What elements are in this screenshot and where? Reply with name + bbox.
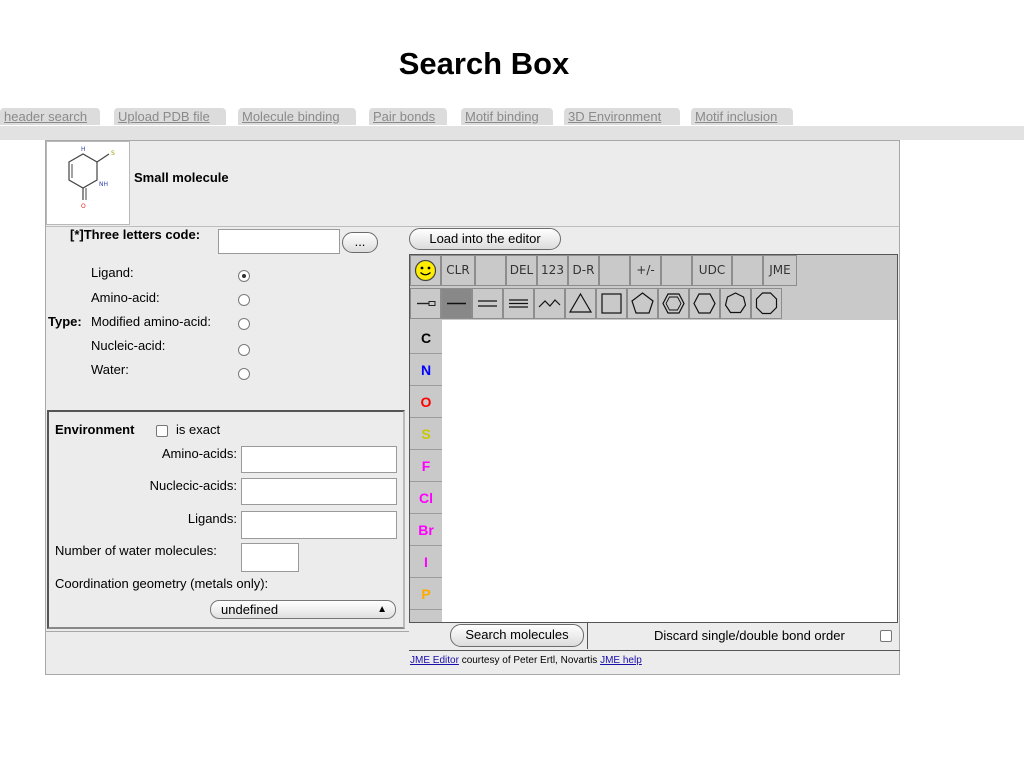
tool-blank[interactable]: [599, 255, 630, 286]
atom-p-label: P: [421, 586, 431, 602]
atom-o[interactable]: O: [410, 386, 442, 418]
credits-text: courtesy of Peter Ertl, Novartis: [461, 655, 598, 666]
atom-f[interactable]: F: [410, 450, 442, 482]
atom-cl[interactable]: Cl: [410, 482, 442, 514]
clear-button[interactable]: CLR: [441, 255, 475, 286]
tab-header-search[interactable]: header search: [0, 108, 100, 125]
environment-title: Environment: [55, 422, 135, 437]
browse-button[interactable]: ...: [342, 232, 378, 253]
atom-br-label: Br: [418, 522, 434, 538]
atom-cl-label: Cl: [419, 490, 433, 506]
tab-3d-environment[interactable]: 3D Environment: [564, 108, 680, 125]
atom-i-label: I: [424, 554, 428, 570]
type-label: Type:: [48, 314, 82, 329]
water-molecules-input[interactable]: [241, 543, 299, 572]
atom-o-label: O: [420, 394, 432, 410]
molecule-label: Small molecule: [134, 170, 229, 185]
chain-wave-icon[interactable]: [534, 288, 565, 319]
tab-pair-bonds[interactable]: Pair bonds: [369, 108, 447, 125]
type-ligand-radio[interactable]: [238, 270, 250, 282]
svg-text:NH: NH: [99, 181, 108, 188]
udc-button[interactable]: UDC: [692, 255, 732, 286]
benzene-ring-icon[interactable]: [658, 288, 689, 319]
divider: [409, 650, 900, 651]
type-nucleic-acid-label: Nucleic-acid:: [91, 338, 166, 353]
nucleic-acids-input[interactable]: [241, 478, 397, 505]
is-exact-checkbox[interactable]: [156, 425, 168, 437]
atom-n[interactable]: N: [410, 354, 442, 386]
atom-s[interactable]: S: [410, 418, 442, 450]
square-ring-icon[interactable]: [596, 288, 627, 319]
ligands-label: Ligands:: [187, 511, 237, 526]
type-nucleic-acid-radio[interactable]: [238, 344, 250, 356]
tab-motif-inclusion[interactable]: Motif inclusion: [691, 108, 793, 125]
divider: [587, 623, 588, 649]
atom-br[interactable]: Br: [410, 514, 442, 546]
type-ligand-label: Ligand:: [91, 265, 134, 280]
svg-text:S: S: [111, 150, 115, 157]
delete-button[interactable]: DEL: [506, 255, 537, 286]
pentagon-ring-icon[interactable]: [627, 288, 658, 319]
three-letter-code-label: [*]Three letters code:: [70, 227, 201, 242]
page-title: Search Box: [398, 46, 570, 81]
heptagon-ring-icon[interactable]: [720, 288, 751, 319]
smiley-icon[interactable]: [410, 255, 441, 286]
tab-strip: [0, 126, 1024, 140]
delete-r-button[interactable]: D-R: [568, 255, 599, 286]
atom-s-label: S: [421, 426, 431, 442]
atom-i[interactable]: I: [410, 546, 442, 578]
atom-c[interactable]: C: [410, 322, 442, 354]
tab-motif-binding[interactable]: Motif binding: [461, 108, 553, 125]
tool-blank[interactable]: [475, 255, 506, 286]
type-modified-amino-acid-radio[interactable]: [238, 318, 250, 330]
numbering-button[interactable]: 123: [537, 255, 568, 286]
credits: JME Editor courtesy of Peter Ertl, Novar…: [410, 655, 642, 666]
search-molecules-button[interactable]: Search molecules: [450, 624, 584, 647]
svg-text:H: H: [81, 146, 86, 153]
three-letter-code-input[interactable]: [218, 229, 340, 254]
type-amino-acid-label: Amino-acid:: [91, 290, 160, 305]
ligands-input[interactable]: [241, 511, 397, 539]
divider: [46, 631, 409, 632]
select-arrows-icon: ▲: [377, 604, 387, 615]
atom-c-label: C: [420, 330, 432, 346]
double-bond-icon[interactable]: [472, 288, 503, 319]
coordination-geometry-value: undefined: [221, 602, 279, 617]
triple-bond-icon[interactable]: [503, 288, 534, 319]
is-exact-label: is exact: [176, 422, 221, 437]
molecule-structure-icon: H S NH O: [46, 141, 130, 225]
atom-f-label: F: [421, 458, 431, 474]
type-water-radio[interactable]: [238, 368, 250, 380]
atom-n-label: N: [420, 362, 432, 378]
triangle-ring-icon[interactable]: [565, 288, 596, 319]
jme-button[interactable]: JME: [763, 255, 797, 286]
amino-acids-label: Amino-acids:: [161, 446, 237, 461]
tab-upload-pdb[interactable]: Upload PDB file: [114, 108, 226, 125]
svg-text:O: O: [81, 203, 86, 210]
type-water-label: Water:: [91, 362, 129, 377]
charge-button[interactable]: +/-: [630, 255, 661, 286]
tab-molecule-binding[interactable]: Molecule binding: [238, 108, 356, 125]
atom-p[interactable]: P: [410, 578, 442, 610]
jme-help-link[interactable]: JME help: [600, 655, 642, 666]
water-molecules-label: Number of water molecules:: [55, 543, 217, 558]
jme-editor-link[interactable]: JME Editor: [410, 655, 459, 666]
nucleic-acids-label: Nuclecic-acids:: [149, 478, 237, 493]
amino-acids-input[interactable]: [241, 446, 397, 473]
single-bond-icon[interactable]: [441, 288, 472, 319]
type-amino-acid-radio[interactable]: [238, 294, 250, 306]
load-into-editor-button[interactable]: Load into the editor: [409, 228, 561, 250]
coordination-geometry-select[interactable]: undefined ▲: [210, 600, 396, 619]
type-modified-amino-acid-label: Modified amino-acid:: [91, 314, 211, 329]
coordination-geometry-label: Coordination geometry (metals only):: [55, 576, 269, 591]
tool-blank[interactable]: [732, 255, 763, 286]
chain-icon[interactable]: [410, 288, 441, 319]
tool-blank[interactable]: [661, 255, 692, 286]
discard-bond-order-label: Discard single/double bond order: [654, 628, 845, 643]
hexagon-ring-icon[interactable]: [689, 288, 720, 319]
discard-bond-order-checkbox[interactable]: [880, 630, 892, 642]
octagon-ring-icon[interactable]: [751, 288, 782, 319]
divider: [410, 622, 898, 623]
